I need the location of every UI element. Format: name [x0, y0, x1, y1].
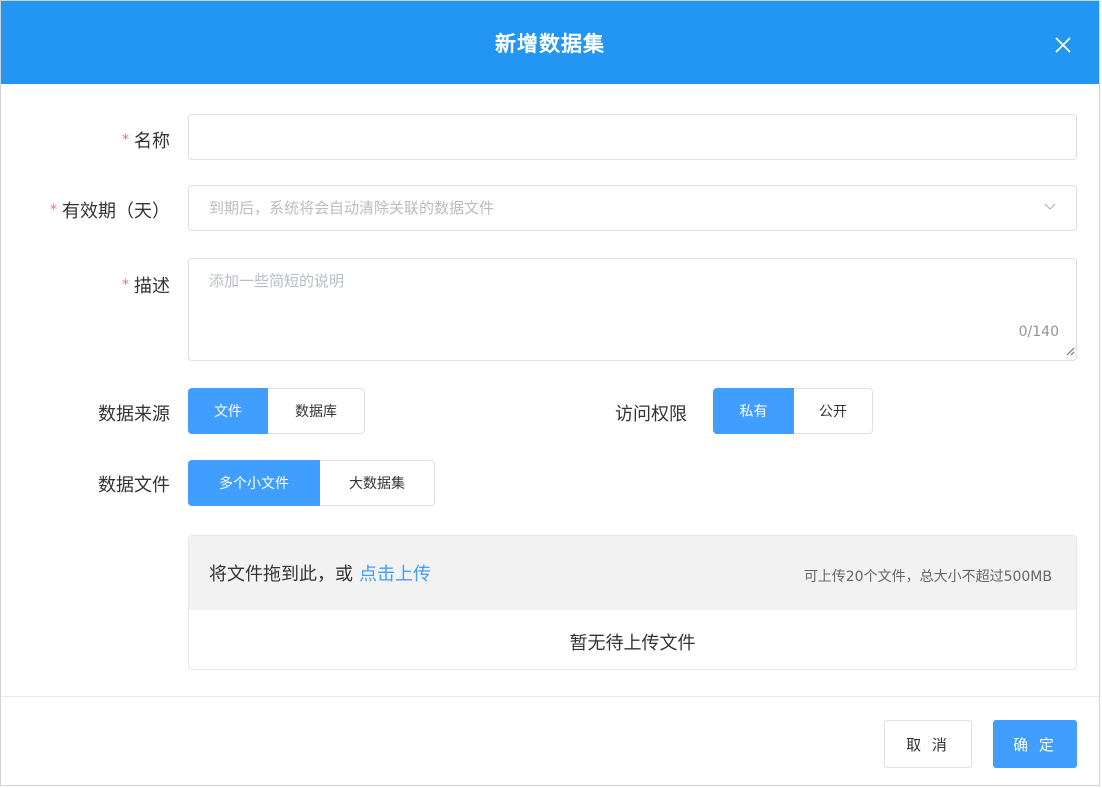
data-source-file-button[interactable]: 文件 — [188, 388, 268, 434]
dialog-title: 新增数据集 — [495, 32, 605, 56]
upload-dropzone[interactable]: 将文件拖到此，或 点击上传 可上传20个文件，总大小不超过500MB — [189, 536, 1076, 610]
name-input[interactable] — [188, 114, 1077, 160]
upload-empty-text: 暂无待上传文件 — [569, 633, 696, 654]
char-counter: 0/140 — [1018, 324, 1059, 340]
required-mark: * — [122, 277, 129, 293]
upload-drop-text: 将文件拖到此，或 点击上传 — [209, 564, 431, 585]
dialog-header: 新增数据集 — [1, 1, 1099, 84]
chevron-down-icon[interactable] — [1044, 203, 1056, 211]
data-source-database-button[interactable]: 数据库 — [268, 388, 365, 434]
access-toggle: 私有 公开 — [713, 388, 873, 434]
data-source-toggle: 文件 数据库 — [188, 388, 365, 434]
data-file-toggle: 多个小文件 大数据集 — [188, 460, 435, 506]
access-private-button[interactable]: 私有 — [713, 388, 794, 434]
required-mark: * — [50, 202, 57, 218]
new-dataset-dialog: 新增数据集 *名称 *有效期（天） *描述 0/140 数据来源 文件 数据库 … — [0, 0, 1100, 786]
description-label: * 描述 — [122, 276, 170, 297]
data-file-large-dataset-button[interactable]: 大数据集 — [320, 460, 435, 506]
data-file-label: 数据文件 — [98, 475, 170, 496]
data-file-small-files-button[interactable]: 多个小文件 — [188, 460, 320, 506]
access-public-button[interactable]: 公开 — [794, 388, 873, 434]
validity-select[interactable] — [188, 185, 1077, 231]
required-mark: * — [122, 132, 129, 148]
cancel-button[interactable]: 取 消 — [884, 720, 972, 768]
validity-label: * 有效期（天） — [50, 201, 170, 222]
footer-divider — [1, 696, 1099, 697]
name-label: * 名称 — [122, 131, 170, 152]
close-icon[interactable] — [1053, 35, 1073, 55]
data-source-label: 数据来源 — [98, 404, 170, 425]
resize-grip-icon[interactable] — [1065, 346, 1075, 356]
description-textarea[interactable] — [188, 258, 1077, 361]
upload-area[interactable]: 将文件拖到此，或 点击上传 可上传20个文件，总大小不超过500MB 暂无待上传文… — [188, 535, 1077, 670]
upload-limit-text: 可上传20个文件，总大小不超过500MB — [803, 569, 1052, 585]
upload-link[interactable]: 点击上传 — [359, 564, 431, 585]
confirm-button[interactable]: 确 定 — [993, 720, 1077, 768]
access-label: 访问权限 — [615, 404, 687, 425]
